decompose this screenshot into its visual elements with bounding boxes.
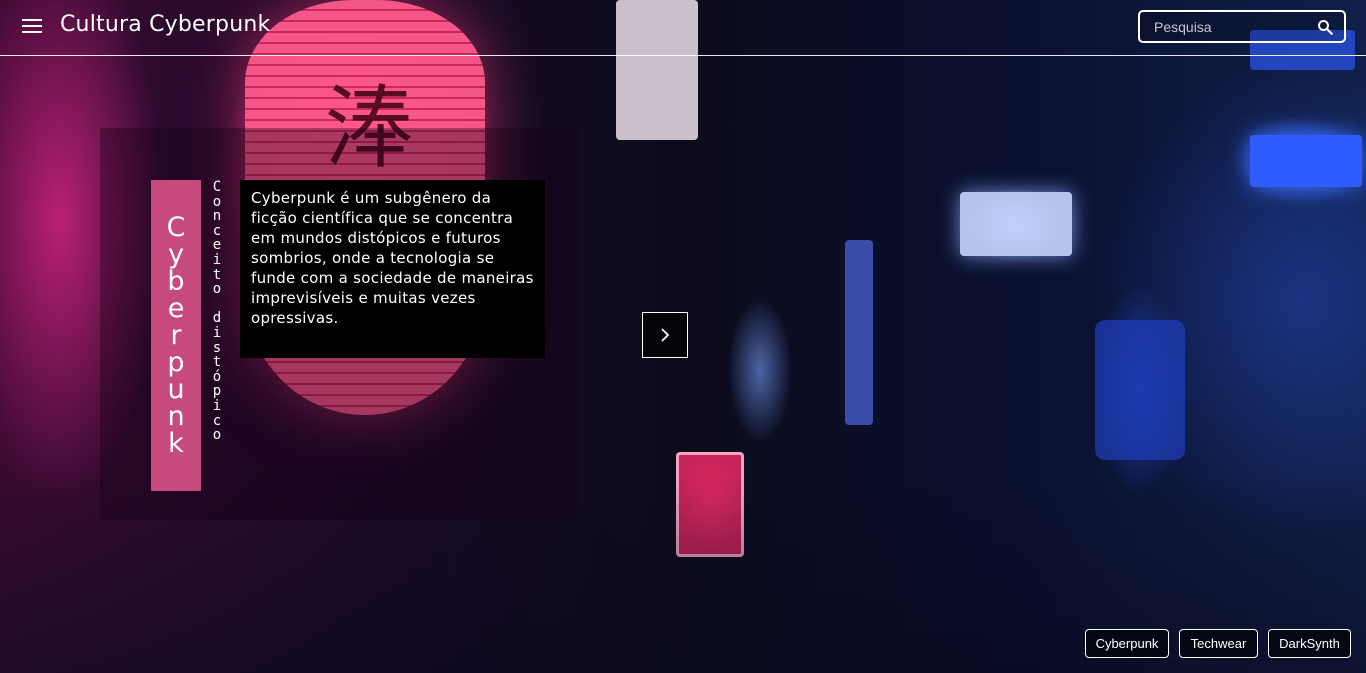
hero-subtitle-letter: o [212,193,222,210]
search-box [1138,10,1346,43]
tag-list: Cyberpunk Techwear DarkSynth [0,629,1366,659]
hero-title-letter: p [167,347,185,378]
hero-subtitle-letter: n [212,208,222,225]
hero-title-letter: y [168,239,184,270]
description-box: Cyberpunk é um subgênero da ficção cient… [240,180,545,358]
sign-graphic [845,240,873,425]
hero-subtitle-letter: t [212,354,222,371]
hero-subtitle-letter: s [212,339,222,356]
hero-title-letter: C [166,212,186,243]
hero-title-letter: n [167,401,185,432]
top-header: Cultura Cyberpunk [0,0,1366,56]
hero-subtitle-letter: e [212,237,222,254]
chevron-right-icon [661,328,670,342]
hero-title-letter: r [170,320,182,351]
site-title: Cultura Cyberpunk [60,12,271,37]
tag-darksynth-button[interactable]: DarkSynth [1268,629,1351,658]
hero-subtitle-letter: o [212,281,222,298]
hero-title-letter: u [167,374,185,405]
hero-title-letter: k [168,428,184,459]
sign-graphic [1095,320,1185,460]
hero-subtitle-letter: d [212,310,222,327]
sign-graphic [960,192,1072,256]
tag-techwear-button[interactable]: Techwear [1179,629,1258,658]
hero-subtitle-letter: i [212,397,222,414]
hero-subtitle-letter: ó [212,368,222,385]
hero-subtitle-letter: i [212,251,222,268]
hero-description: Cyberpunk é um subgênero da ficção cient… [251,189,534,327]
next-button[interactable] [642,312,688,358]
hero-subtitle-letter: i [212,324,222,341]
hero-subtitle-letter: C [212,179,222,195]
hero-subtitle-letter: c [212,222,222,239]
search-icon[interactable] [1316,18,1334,36]
hero-title: Cyberpunk [151,180,201,491]
hero-subtitle-letter: p [212,383,222,400]
hero-title-letter: e [167,293,185,324]
hamburger-menu-icon[interactable] [22,18,42,34]
sign-graphic [1250,135,1362,187]
search-input[interactable] [1146,16,1306,38]
tag-cyberpunk-button[interactable]: Cyberpunk [1085,629,1169,658]
hero-subtitle-letter: t [212,266,222,283]
hero-title-letter: b [167,266,185,297]
hero-subtitle-letter: o [212,427,222,444]
hero-subtitle: Conceito distópico [206,180,228,470]
hero-subtitle-letter: c [212,412,222,429]
